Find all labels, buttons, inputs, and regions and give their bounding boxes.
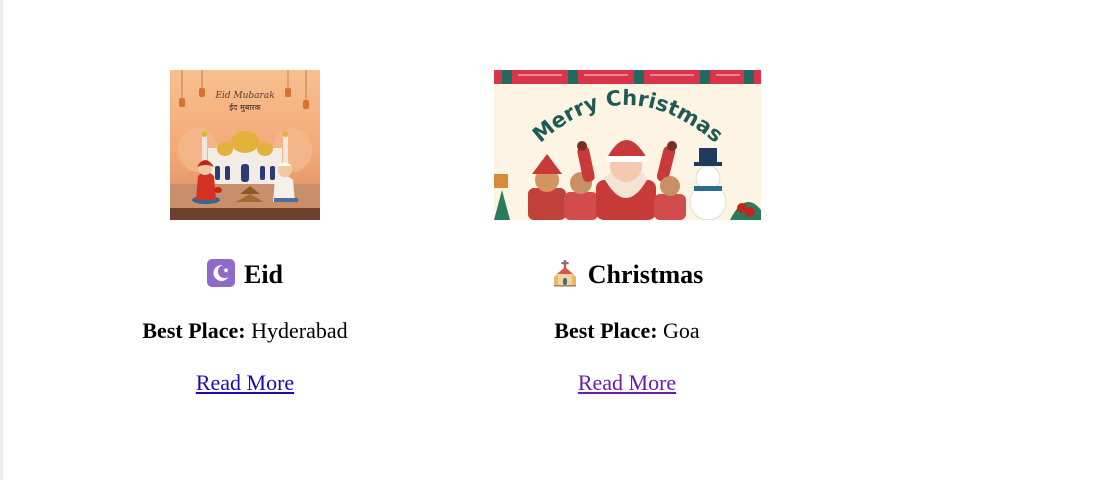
eid-banner-text-1: Eid Mubarak — [214, 91, 274, 101]
best-place-value: Hyderabad — [251, 318, 348, 343]
eid-banner-text-2: ईद मुबारक — [229, 102, 261, 113]
best-place-label: Best Place: — [142, 318, 246, 343]
christmas-image: Merry Christmas — [493, 70, 761, 220]
card-title: Christmas — [475, 256, 779, 294]
page-edge — [0, 0, 3, 480]
read-more-link[interactable]: Read More — [196, 370, 294, 395]
best-place: Best Place: Goa — [475, 316, 779, 346]
festival-card-christmas: Merry Christmas Christmas Best Place: Go… — [475, 70, 779, 395]
read-more-link[interactable]: Read More — [578, 370, 676, 395]
eid-image: Eid Mubarak ईद मुबारक — [170, 70, 320, 220]
card-title: Eid — [95, 256, 395, 294]
church-icon — [551, 259, 579, 287]
card-title-text: Christmas — [587, 260, 704, 289]
best-place: Best Place: Hyderabad — [95, 316, 395, 346]
best-place-label: Best Place: — [554, 318, 658, 343]
best-place-value: Goa — [663, 318, 700, 343]
card-title-text: Eid — [243, 260, 284, 289]
crescent-moon-icon — [206, 259, 235, 287]
festival-card-eid: Eid Mubarak ईद मुबारक Eid Best Place: Hy… — [95, 70, 395, 395]
